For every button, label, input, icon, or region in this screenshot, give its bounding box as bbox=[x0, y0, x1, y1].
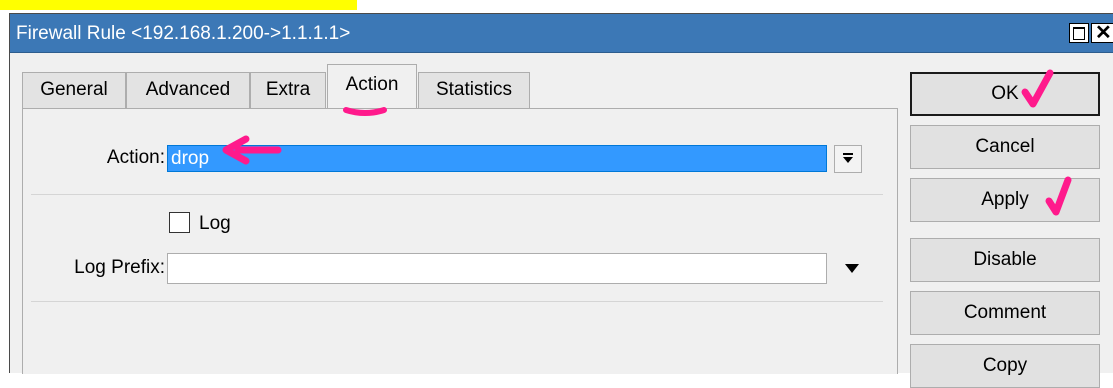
log-label: Log bbox=[199, 213, 231, 234]
apply-button[interactable]: Apply bbox=[910, 178, 1100, 222]
action-select[interactable]: drop bbox=[167, 145, 827, 172]
section-divider bbox=[31, 194, 883, 195]
tab-extra[interactable]: Extra bbox=[250, 72, 326, 109]
log-checkbox[interactable] bbox=[169, 212, 190, 233]
disable-button[interactable]: Disable bbox=[910, 238, 1100, 282]
tab-advanced[interactable]: Advanced bbox=[126, 72, 250, 109]
action-value: drop bbox=[171, 148, 210, 169]
close-icon[interactable]: ✕ bbox=[1091, 22, 1113, 44]
maximize-icon[interactable] bbox=[1069, 23, 1089, 43]
ok-button[interactable]: OK bbox=[910, 72, 1100, 116]
comment-button[interactable]: Comment bbox=[910, 291, 1100, 335]
tab-action[interactable]: Action bbox=[327, 64, 417, 110]
log-prefix-input[interactable] bbox=[167, 253, 827, 284]
firewall-rule-window: Firewall Rule <192.168.1.200->1.1.1.1> ✕… bbox=[9, 13, 1113, 388]
dropdown-arrow-icon[interactable] bbox=[834, 145, 862, 173]
action-panel: Action: drop Log Log Prefix: bbox=[22, 109, 898, 374]
action-label: Action: bbox=[106, 147, 165, 168]
close-glyph: ✕ bbox=[1095, 22, 1112, 44]
tab-general[interactable]: General bbox=[22, 72, 126, 109]
section-divider-2 bbox=[31, 301, 883, 302]
tab-bar: General Advanced Extra Action Statistics bbox=[22, 62, 898, 112]
highlight-strip bbox=[0, 0, 357, 10]
cancel-button[interactable]: Cancel bbox=[910, 125, 1100, 169]
tab-statistics[interactable]: Statistics bbox=[418, 72, 530, 109]
window-titlebar[interactable]: Firewall Rule <192.168.1.200->1.1.1.1> ✕ bbox=[10, 14, 1113, 53]
window-title: Firewall Rule <192.168.1.200->1.1.1.1> bbox=[16, 23, 351, 44]
log-prefix-dropdown-arrow-icon[interactable] bbox=[845, 264, 859, 273]
dropdown-glyph bbox=[843, 153, 853, 163]
copy-button[interactable]: Copy bbox=[910, 344, 1100, 388]
log-prefix-label: Log Prefix: bbox=[74, 257, 165, 278]
